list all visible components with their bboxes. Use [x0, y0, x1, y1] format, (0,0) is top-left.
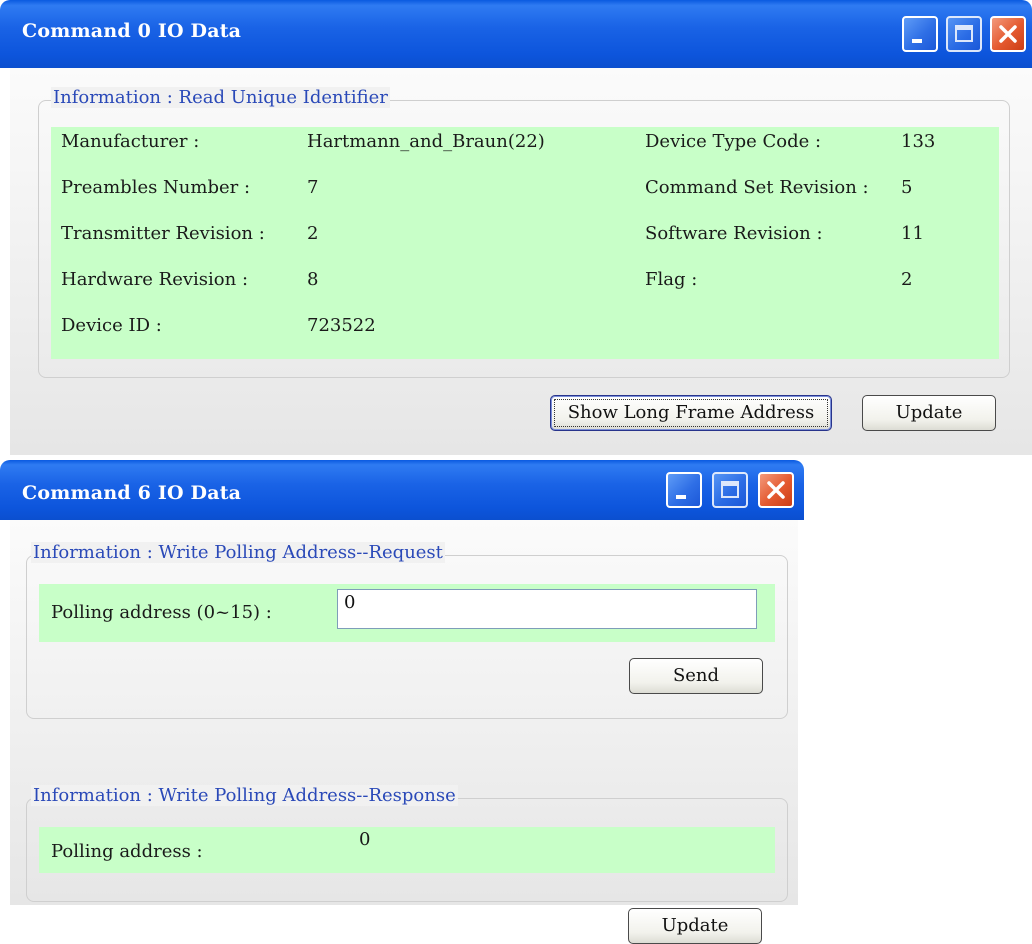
hardware-revision-label: Hardware Revision :: [61, 269, 249, 290]
read-unique-identifier-group: Information : Read Unique Identifier Man…: [38, 87, 1010, 378]
device-id-label: Device ID :: [61, 315, 162, 336]
polling-address-response-value: 0: [359, 829, 371, 850]
response-field-panel: Polling address : 0: [39, 827, 775, 873]
response-group-title: Information : Write Polling Address--Res…: [31, 785, 458, 806]
request-group-title: Information : Write Polling Address--Req…: [31, 542, 445, 563]
preambles-label: Preambles Number :: [61, 177, 251, 198]
software-revision-label: Software Revision :: [645, 223, 823, 244]
maximize-button[interactable]: [946, 16, 982, 52]
device-type-code-value: 133: [901, 131, 936, 152]
close-icon: [767, 481, 785, 499]
maximize-icon: [721, 481, 739, 498]
close-button[interactable]: [990, 16, 1026, 52]
device-type-code-label: Device Type Code :: [645, 131, 822, 152]
preambles-value: 7: [307, 177, 319, 198]
minimize-icon: [912, 39, 922, 43]
close-button[interactable]: [758, 472, 794, 508]
response-group: Information : Write Polling Address--Res…: [26, 785, 788, 902]
flag-label: Flag :: [645, 269, 698, 290]
title-bar[interactable]: Command 6 IO Data: [0, 460, 804, 520]
show-long-frame-address-button[interactable]: Show Long Frame Address: [550, 395, 832, 431]
window-client: Information : Write Polling Address--Req…: [10, 520, 798, 944]
window-client: Information : Read Unique Identifier Man…: [10, 68, 1032, 455]
window-title: Command 6 IO Data: [22, 482, 242, 504]
minimize-button[interactable]: [902, 16, 938, 52]
command0-window: Command 0 IO Data Information : Read Uni…: [0, 0, 1032, 455]
send-button[interactable]: Send: [629, 658, 763, 694]
polling-address-response-label: Polling address :: [51, 841, 203, 862]
transmitter-revision-value: 2: [307, 223, 319, 244]
hardware-revision-value: 8: [307, 269, 319, 290]
manufacturer-label: Manufacturer :: [61, 131, 200, 152]
group-title: Information : Read Unique Identifier: [51, 87, 390, 108]
transmitter-revision-label: Transmitter Revision :: [61, 223, 265, 244]
polling-address-input-label: Polling address (0~15) :: [51, 602, 272, 623]
identifier-field-panel: Manufacturer : Hartmann_and_Braun(22) De…: [51, 127, 999, 359]
update-button[interactable]: Update: [628, 908, 762, 944]
request-group: Information : Write Polling Address--Req…: [26, 542, 788, 719]
flag-value: 2: [901, 269, 913, 290]
command-set-revision-label: Command Set Revision :: [645, 177, 869, 198]
maximize-icon: [955, 25, 973, 42]
manufacturer-value: Hartmann_and_Braun(22): [307, 131, 545, 152]
minimize-button[interactable]: [666, 472, 702, 508]
update-button[interactable]: Update: [862, 395, 996, 431]
command-set-revision-value: 5: [901, 177, 913, 198]
software-revision-value: 11: [901, 223, 924, 244]
command6-window: Command 6 IO Data Information : Write Po…: [0, 460, 804, 944]
maximize-button[interactable]: [712, 472, 748, 508]
window-title: Command 0 IO Data: [22, 20, 242, 42]
title-bar[interactable]: Command 0 IO Data: [0, 0, 1032, 68]
device-id-value: 723522: [307, 315, 376, 336]
polling-address-input[interactable]: 0: [337, 589, 757, 629]
close-icon: [999, 25, 1017, 43]
minimize-icon: [676, 495, 686, 499]
